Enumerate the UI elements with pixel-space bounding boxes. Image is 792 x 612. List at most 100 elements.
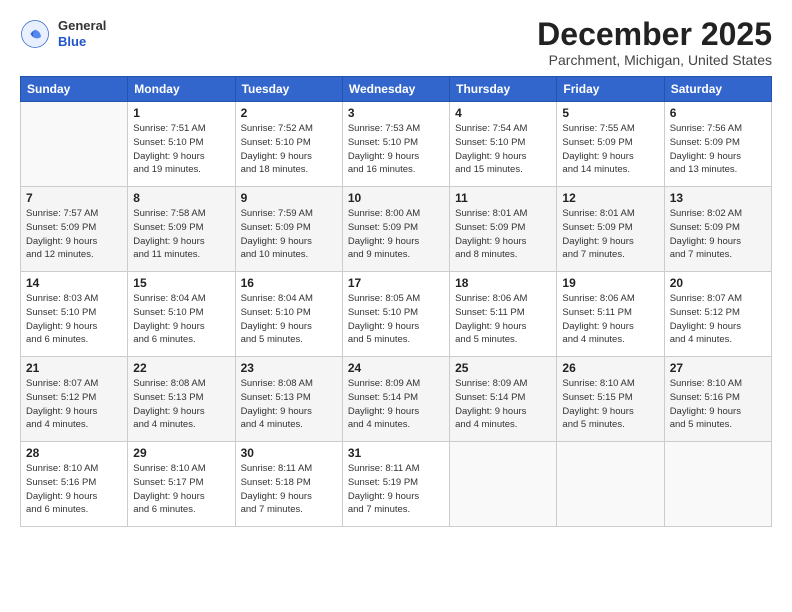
day-info: Sunrise: 8:07 AMSunset: 5:12 PMDaylight:… xyxy=(26,377,122,432)
day-number: 24 xyxy=(348,361,444,375)
calendar-day-cell: 19Sunrise: 8:06 AMSunset: 5:11 PMDayligh… xyxy=(557,272,664,357)
calendar-day-cell: 30 Sunrise: 8:11 AMSunset: 5:18 PMDayligh… xyxy=(235,442,342,527)
day-number: 21 xyxy=(26,361,122,375)
day-info: Sunrise: 8:10 AMSunset: 5:15 PMDaylight:… xyxy=(562,377,658,432)
logo-icon xyxy=(20,19,50,49)
day-info: Sunrise: 7:57 AMSunset: 5:09 PMDaylight:… xyxy=(26,207,122,262)
day-number: 2 xyxy=(241,106,337,120)
day-number: 23 xyxy=(241,361,337,375)
day-info: Sunrise: 8:10 AMSunset: 5:16 PMDaylight:… xyxy=(670,377,766,432)
calendar-week-row: 28 Sunrise: 8:10 AMSunset: 5:16 PMDayligh… xyxy=(21,442,772,527)
day-info: Sunrise: 8:07 AMSunset: 5:12 PMDaylight:… xyxy=(670,292,766,347)
calendar-day-header: Saturday xyxy=(664,77,771,102)
calendar-day-cell: 24Sunrise: 8:09 AMSunset: 5:14 PMDayligh… xyxy=(342,357,449,442)
day-number: 6 xyxy=(670,106,766,120)
calendar-day-header: Monday xyxy=(128,77,235,102)
day-number: 26 xyxy=(562,361,658,375)
calendar-day-cell: 22 Sunrise: 8:08 AMSunset: 5:13 PMDayligh… xyxy=(128,357,235,442)
day-number: 17 xyxy=(348,276,444,290)
calendar-day-cell: 1Sunrise: 7:51 AMSunset: 5:10 PMDaylight… xyxy=(128,102,235,187)
day-info: Sunrise: 7:59 AMSunset: 5:09 PMDaylight:… xyxy=(241,207,337,262)
day-number: 31 xyxy=(348,446,444,460)
calendar-day-cell: 25Sunrise: 8:09 AMSunset: 5:14 PMDayligh… xyxy=(450,357,557,442)
calendar-day-cell: 9Sunrise: 7:59 AMSunset: 5:09 PMDaylight… xyxy=(235,187,342,272)
day-info: Sunrise: 7:51 AMSunset: 5:10 PMDaylight:… xyxy=(133,122,229,177)
page-container: General Blue December 2025 Parchment, Mi… xyxy=(0,0,792,612)
day-info: Sunrise: 8:04 AMSunset: 5:10 PMDaylight:… xyxy=(133,292,229,347)
day-number: 15 xyxy=(133,276,229,290)
calendar-day-cell: 12 Sunrise: 8:01 AMSunset: 5:09 PMDayligh… xyxy=(557,187,664,272)
day-info: Sunrise: 8:01 AMSunset: 5:09 PMDaylight:… xyxy=(455,207,551,262)
logo-text: General Blue xyxy=(58,18,106,49)
day-info: Sunrise: 8:00 AMSunset: 5:09 PMDaylight:… xyxy=(348,207,444,262)
day-number: 10 xyxy=(348,191,444,205)
calendar-day-cell: 7Sunrise: 7:57 AMSunset: 5:09 PMDaylight… xyxy=(21,187,128,272)
day-number: 8 xyxy=(133,191,229,205)
day-number: 18 xyxy=(455,276,551,290)
calendar-day-cell: 11 Sunrise: 8:01 AMSunset: 5:09 PMDayligh… xyxy=(450,187,557,272)
title-section: December 2025 Parchment, Michigan, Unite… xyxy=(537,18,772,68)
calendar-day-cell: 17 Sunrise: 8:05 AMSunset: 5:10 PMDayligh… xyxy=(342,272,449,357)
calendar-day-cell: 5 Sunrise: 7:55 AMSunset: 5:09 PMDaylight… xyxy=(557,102,664,187)
day-number: 30 xyxy=(241,446,337,460)
calendar-day-cell: 31Sunrise: 8:11 AMSunset: 5:19 PMDayligh… xyxy=(342,442,449,527)
day-info: Sunrise: 8:08 AMSunset: 5:13 PMDaylight:… xyxy=(241,377,337,432)
day-info: Sunrise: 7:53 AMSunset: 5:10 PMDaylight:… xyxy=(348,122,444,177)
calendar-day-cell: 14Sunrise: 8:03 AMSunset: 5:10 PMDayligh… xyxy=(21,272,128,357)
calendar-day-header: Sunday xyxy=(21,77,128,102)
calendar-header-row: SundayMondayTuesdayWednesdayThursdayFrid… xyxy=(21,77,772,102)
calendar-day-cell: 4Sunrise: 7:54 AMSunset: 5:10 PMDaylight… xyxy=(450,102,557,187)
calendar-day-cell: 21 Sunrise: 8:07 AMSunset: 5:12 PMDayligh… xyxy=(21,357,128,442)
day-number: 22 xyxy=(133,361,229,375)
day-info: Sunrise: 7:56 AMSunset: 5:09 PMDaylight:… xyxy=(670,122,766,177)
calendar-day-cell: 26 Sunrise: 8:10 AMSunset: 5:15 PMDayligh… xyxy=(557,357,664,442)
calendar-day-cell: 23 Sunrise: 8:08 AMSunset: 5:13 PMDayligh… xyxy=(235,357,342,442)
day-number: 11 xyxy=(455,191,551,205)
day-info: Sunrise: 8:11 AMSunset: 5:18 PMDaylight:… xyxy=(241,462,337,517)
day-info: Sunrise: 8:10 AMSunset: 5:17 PMDaylight:… xyxy=(133,462,229,517)
day-info: Sunrise: 8:09 AMSunset: 5:14 PMDaylight:… xyxy=(455,377,551,432)
day-info: Sunrise: 8:02 AMSunset: 5:09 PMDaylight:… xyxy=(670,207,766,262)
day-info: Sunrise: 7:52 AMSunset: 5:10 PMDaylight:… xyxy=(241,122,337,177)
calendar-week-row: 1Sunrise: 7:51 AMSunset: 5:10 PMDaylight… xyxy=(21,102,772,187)
calendar-day-header: Friday xyxy=(557,77,664,102)
day-number: 20 xyxy=(670,276,766,290)
day-info: Sunrise: 8:05 AMSunset: 5:10 PMDaylight:… xyxy=(348,292,444,347)
calendar-day-cell: 27 Sunrise: 8:10 AMSunset: 5:16 PMDayligh… xyxy=(664,357,771,442)
calendar-day-header: Wednesday xyxy=(342,77,449,102)
calendar-day-cell: 15 Sunrise: 8:04 AMSunset: 5:10 PMDayligh… xyxy=(128,272,235,357)
logo-general: General xyxy=(58,18,106,34)
day-number: 12 xyxy=(562,191,658,205)
day-info: Sunrise: 8:10 AMSunset: 5:16 PMDaylight:… xyxy=(26,462,122,517)
day-info: Sunrise: 8:06 AMSunset: 5:11 PMDaylight:… xyxy=(455,292,551,347)
calendar-day-cell: 29Sunrise: 8:10 AMSunset: 5:17 PMDayligh… xyxy=(128,442,235,527)
calendar-day-header: Thursday xyxy=(450,77,557,102)
day-number: 28 xyxy=(26,446,122,460)
logo-blue: Blue xyxy=(58,34,106,50)
day-info: Sunrise: 7:54 AMSunset: 5:10 PMDaylight:… xyxy=(455,122,551,177)
day-number: 3 xyxy=(348,106,444,120)
logo: General Blue xyxy=(20,18,106,49)
calendar-day-header: Tuesday xyxy=(235,77,342,102)
day-number: 27 xyxy=(670,361,766,375)
calendar-day-cell xyxy=(21,102,128,187)
calendar-day-cell xyxy=(557,442,664,527)
calendar-day-cell: 10 Sunrise: 8:00 AMSunset: 5:09 PMDayligh… xyxy=(342,187,449,272)
calendar-day-cell xyxy=(664,442,771,527)
calendar-week-row: 14Sunrise: 8:03 AMSunset: 5:10 PMDayligh… xyxy=(21,272,772,357)
calendar-week-row: 7Sunrise: 7:57 AMSunset: 5:09 PMDaylight… xyxy=(21,187,772,272)
day-info: Sunrise: 7:58 AMSunset: 5:09 PMDaylight:… xyxy=(133,207,229,262)
day-number: 5 xyxy=(562,106,658,120)
day-number: 14 xyxy=(26,276,122,290)
calendar-day-cell: 2 Sunrise: 7:52 AMSunset: 5:10 PMDaylight… xyxy=(235,102,342,187)
calendar-day-cell: 20 Sunrise: 8:07 AMSunset: 5:12 PMDayligh… xyxy=(664,272,771,357)
calendar-table: SundayMondayTuesdayWednesdayThursdayFrid… xyxy=(20,76,772,527)
day-info: Sunrise: 7:55 AMSunset: 5:09 PMDaylight:… xyxy=(562,122,658,177)
month-title: December 2025 xyxy=(537,18,772,50)
day-number: 16 xyxy=(241,276,337,290)
day-info: Sunrise: 8:08 AMSunset: 5:13 PMDaylight:… xyxy=(133,377,229,432)
calendar-day-cell: 8 Sunrise: 7:58 AMSunset: 5:09 PMDaylight… xyxy=(128,187,235,272)
calendar-day-cell: 28 Sunrise: 8:10 AMSunset: 5:16 PMDayligh… xyxy=(21,442,128,527)
calendar-day-cell xyxy=(450,442,557,527)
day-info: Sunrise: 8:01 AMSunset: 5:09 PMDaylight:… xyxy=(562,207,658,262)
